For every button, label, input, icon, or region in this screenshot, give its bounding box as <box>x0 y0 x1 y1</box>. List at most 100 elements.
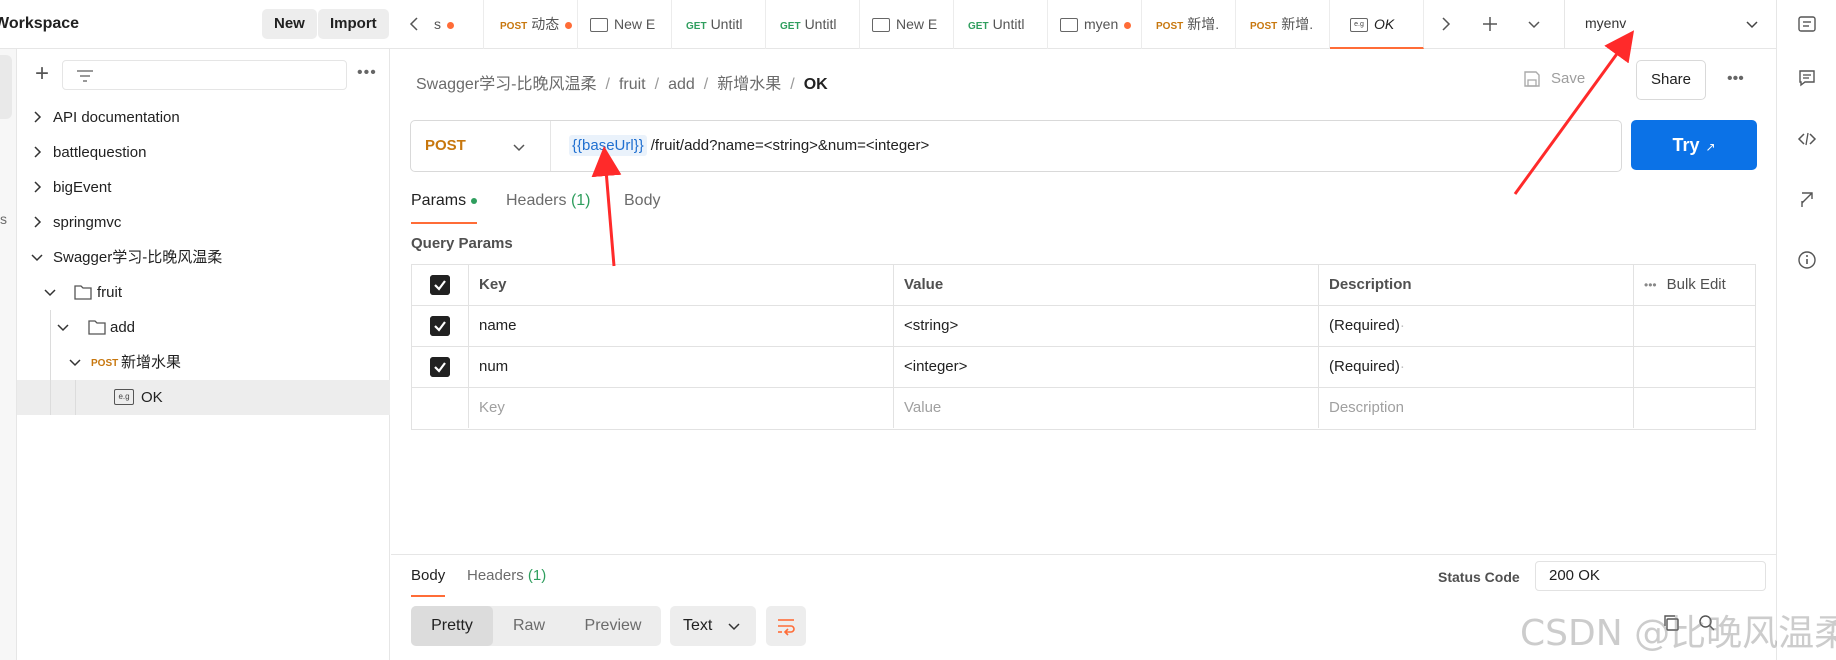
table-row: num <integer> (Required)· <box>412 347 1755 388</box>
checkbox-checked-icon[interactable] <box>430 357 450 377</box>
tree-item-fruit-folder[interactable]: fruit <box>17 275 390 310</box>
related-collections-icon[interactable] <box>1797 190 1817 210</box>
code-icon[interactable] <box>1797 129 1817 149</box>
more-options-icon[interactable]: ••• <box>1727 70 1744 88</box>
tree-item-springmvc[interactable]: springmvc <box>17 205 390 240</box>
tree-item-label: Swagger学习-比晚风温柔 <box>53 249 223 266</box>
tab-item-active[interactable]: e.g OK <box>1330 0 1424 49</box>
new-tab-plus-icon[interactable] <box>1480 14 1500 34</box>
tab-item[interactable]: s <box>430 0 484 49</box>
param-key-cell[interactable]: num <box>469 347 894 387</box>
tree-item-battlequestion[interactable]: battlequestion <box>17 135 390 170</box>
tree-item-add-folder[interactable]: add <box>17 310 390 345</box>
more-options-icon: ••• <box>1644 278 1657 292</box>
tree-item-label: battlequestion <box>53 144 147 161</box>
url-input[interactable]: {{baseUrl}}/fruit/add?name=<string>&num=… <box>569 135 929 156</box>
checkbox-checked-icon[interactable] <box>430 316 450 336</box>
chevron-right-icon[interactable] <box>31 216 43 228</box>
new-value-input[interactable]: Value <box>894 388 1319 428</box>
breadcrumb-item[interactable]: Swagger学习-比晚风温柔 <box>416 76 596 93</box>
tree-item-swagger-collection[interactable]: Swagger学习-比晚风温柔 <box>17 240 390 275</box>
url-bar[interactable]: POST {{baseUrl}}/fruit/add?name=<string>… <box>410 120 1622 172</box>
chevron-down-icon[interactable] <box>57 321 69 333</box>
param-value-cell[interactable]: <integer> <box>894 347 1319 387</box>
tab-item[interactable]: GET Untitl <box>672 0 766 49</box>
chevron-right-icon[interactable] <box>31 146 43 158</box>
tab-item[interactable]: POST 新增. <box>1236 0 1330 49</box>
tab-item[interactable]: myen <box>1048 0 1142 49</box>
row-actions-cell <box>1634 306 1757 346</box>
chevron-right-icon[interactable] <box>31 181 43 193</box>
folder-icon <box>74 285 92 300</box>
new-description-input[interactable]: Description <box>1319 388 1634 428</box>
chevron-right-icon[interactable] <box>31 111 43 123</box>
tab-item[interactable]: New E <box>578 0 672 49</box>
folder-icon <box>88 320 106 335</box>
unsaved-dot <box>1124 21 1132 29</box>
breadcrumb: Swagger学习-比晚风温柔 / fruit / add / 新增水果 / OK <box>416 76 828 93</box>
unsaved-dot <box>565 21 573 29</box>
tab-response-body[interactable]: Body <box>411 567 446 597</box>
chevron-down-icon[interactable] <box>1524 14 1544 34</box>
add-icon[interactable]: + <box>29 62 55 88</box>
status-code-input[interactable]: 200 OK <box>1535 561 1766 591</box>
tab-headers[interactable]: Headers (1) <box>506 192 591 224</box>
tab-item[interactable]: POST 动态 <box>484 0 578 49</box>
chevron-down-icon[interactable] <box>31 251 43 263</box>
info-icon[interactable] <box>1797 250 1817 270</box>
view-raw[interactable]: Raw <box>493 606 565 646</box>
try-button[interactable]: Try ↗ <box>1631 120 1757 170</box>
workspace-header: Workspace New Import <box>0 0 390 49</box>
base-url-variable[interactable]: {{baseUrl}} <box>569 135 647 156</box>
left-nav-selected-item[interactable] <box>0 55 12 119</box>
method-badge-post: POST <box>91 358 119 369</box>
param-key-cell[interactable]: name <box>469 306 894 346</box>
param-description-cell[interactable]: (Required)· <box>1319 347 1634 387</box>
tree-item-example-ok[interactable]: e.g OK <box>17 380 390 415</box>
wrap-lines-button[interactable] <box>766 606 806 646</box>
request-icon <box>872 18 890 33</box>
checkbox-checked-icon[interactable] <box>430 275 450 295</box>
new-button[interactable]: New <box>262 9 317 39</box>
new-key-input[interactable]: Key <box>469 388 894 428</box>
chevron-right-icon[interactable] <box>1436 14 1456 34</box>
tab-item[interactable]: POST 新增. <box>1142 0 1236 49</box>
environment-quick-look-icon[interactable] <box>1797 14 1817 34</box>
breadcrumb-item[interactable]: fruit <box>619 76 646 93</box>
column-header-value: Value <box>894 265 1319 305</box>
chevron-down-icon[interactable] <box>44 286 56 298</box>
import-button[interactable]: Import <box>318 9 389 39</box>
tree-item-bigevent[interactable]: bigEvent <box>17 170 390 205</box>
response-divider[interactable] <box>391 554 1776 555</box>
filter-input[interactable] <box>62 60 347 90</box>
chevron-down-icon[interactable] <box>69 356 81 368</box>
breadcrumb-item[interactable]: add <box>668 76 695 93</box>
tree-item-request-add-fruit[interactable]: POST 新增水果 <box>17 345 390 380</box>
method-badge-get: GET <box>686 21 707 32</box>
tree-item-api-documentation[interactable]: API documentation <box>17 100 390 135</box>
tab-params[interactable]: Params <box>411 192 478 224</box>
tab-item[interactable]: New E <box>860 0 954 49</box>
tree-guide-line <box>50 380 51 415</box>
param-description-cell[interactable]: (Required)· <box>1319 306 1634 346</box>
save-button[interactable]: Save <box>1524 70 1585 87</box>
tab-item[interactable]: GET Untitl <box>954 0 1048 49</box>
breadcrumb-item[interactable]: 新增水果 <box>717 76 781 93</box>
view-pretty[interactable]: Pretty <box>411 606 493 646</box>
view-preview[interactable]: Preview <box>565 606 661 646</box>
collection-tree: API documentation battlequestion bigEven… <box>17 100 390 415</box>
param-value-cell[interactable]: <string> <box>894 306 1319 346</box>
environment-selector[interactable]: myenv <box>1564 0 1776 49</box>
tab-response-headers[interactable]: Headers (1) <box>467 567 546 597</box>
chevron-down-icon <box>728 623 740 631</box>
bulk-edit-button[interactable]: ••• Bulk Edit <box>1634 265 1757 305</box>
chevron-left-icon[interactable] <box>404 14 424 34</box>
more-options-icon[interactable]: ••• <box>357 64 377 82</box>
method-select[interactable]: POST <box>411 121 551 171</box>
tab-item[interactable]: GET Untitl <box>766 0 860 49</box>
comments-icon[interactable] <box>1797 68 1817 88</box>
wrap-lines-icon <box>778 619 795 636</box>
tab-body[interactable]: Body <box>624 192 660 224</box>
format-select[interactable]: Text <box>670 606 756 646</box>
share-button[interactable]: Share <box>1636 60 1706 100</box>
